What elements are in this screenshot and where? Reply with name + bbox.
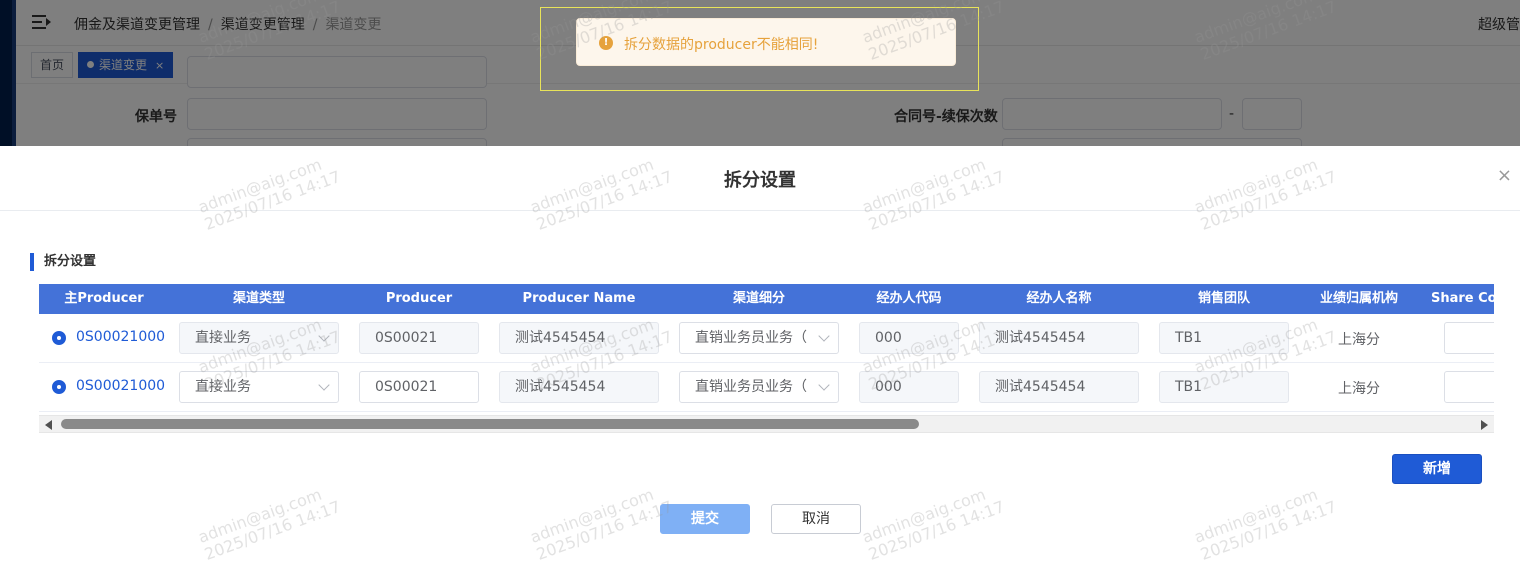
table-row: 0S00021000 直接业务 0S00021 测试4545454 直销业务员业… (39, 314, 1494, 363)
split-table: 主Producer 渠道类型 Producer Producer Name 渠道… (39, 284, 1494, 432)
warning-icon: ! (599, 36, 613, 50)
producer-value: 0S00021 (375, 379, 438, 395)
col-handler-code: 经办人代码 (876, 291, 942, 306)
main-producer-link[interactable]: 0S00021000 (76, 329, 165, 345)
channel-type-value: 直接业务 (195, 330, 251, 346)
warning-toast: ! 拆分数据的producer不能相同! (576, 18, 956, 66)
col-sales-team: 销售团队 (1197, 291, 1250, 306)
producer-input: 0S00021 (359, 322, 479, 354)
col-org: 业绩归属机构 (1319, 291, 1398, 306)
producer-name-input: 测试4545454 (499, 371, 659, 403)
main-producer-radio[interactable] (52, 331, 66, 345)
producer-input[interactable]: 0S00021 (359, 371, 479, 403)
channel-detail-value: 直销业务员业务（ (695, 330, 807, 346)
producer-name-input: 测试4545454 (499, 322, 659, 354)
dialog-header: 拆分设置 × (0, 146, 1520, 211)
table-row: 0S00021000 直接业务 0S00021 测试4545454 直销业务员业… (39, 363, 1494, 412)
col-main-producer: 主Producer (64, 291, 144, 306)
col-channel-type: 渠道类型 (232, 291, 285, 306)
sales-team-input: TB1 (1159, 322, 1289, 354)
split-settings-dialog: 拆分设置 × 拆分设置 主Producer 渠道类型 Producer Prod… (0, 146, 1520, 567)
channel-type-select: 直接业务 (179, 322, 339, 354)
scroll-left-icon[interactable] (45, 420, 52, 430)
main-producer-radio[interactable] (52, 380, 66, 394)
handler-code-value: 000 (875, 330, 902, 346)
col-producer-name: Producer Name (522, 291, 636, 306)
handler-name-input: 测试4545454 (979, 371, 1139, 403)
horizontal-scrollbar[interactable] (39, 415, 1494, 433)
handler-code-value: 000 (875, 379, 902, 395)
handler-name-input: 测试4545454 (979, 322, 1139, 354)
col-share: Share Co (1431, 291, 1494, 306)
producer-value: 0S00021 (375, 330, 438, 346)
submit-button[interactable]: 提交 (660, 504, 750, 534)
channel-detail-value: 直销业务员业务（ (695, 379, 807, 395)
scroll-right-icon[interactable] (1481, 420, 1488, 430)
add-button[interactable]: 新增 (1392, 454, 1482, 484)
col-channel-detail: 渠道细分 (732, 291, 785, 306)
close-icon[interactable]: × (1497, 166, 1512, 186)
handler-name-value: 测试4545454 (995, 379, 1086, 395)
col-handler-name: 经办人名称 (1026, 291, 1092, 306)
handler-code-input: 000 (859, 371, 959, 403)
producer-name-value: 测试4545454 (515, 330, 606, 346)
share-input[interactable] (1444, 371, 1494, 403)
chevron-down-icon (818, 379, 830, 391)
chevron-down-icon (318, 330, 330, 342)
section-title: 拆分设置 (30, 253, 96, 271)
toast-message: 拆分数据的producer不能相同! (624, 37, 819, 53)
sales-team-value: TB1 (1175, 379, 1203, 395)
table-header: 主Producer 渠道类型 Producer Producer Name 渠道… (39, 284, 1494, 314)
channel-detail-select[interactable]: 直销业务员业务（ (679, 371, 839, 403)
dialog-title: 拆分设置 (724, 170, 796, 191)
scrollbar-thumb[interactable] (61, 419, 919, 429)
sales-team-input: TB1 (1159, 371, 1289, 403)
org-value: 上海分 (1338, 332, 1380, 348)
chevron-down-icon (818, 330, 830, 342)
sales-team-value: TB1 (1175, 330, 1203, 346)
col-producer: Producer (385, 291, 453, 306)
producer-name-value: 测试4545454 (515, 379, 606, 395)
chevron-down-icon (318, 379, 330, 391)
channel-type-select[interactable]: 直接业务 (179, 371, 339, 403)
handler-code-input: 000 (859, 322, 959, 354)
share-input[interactable]: 1 (1444, 322, 1494, 354)
cancel-button[interactable]: 取消 (771, 504, 861, 534)
handler-name-value: 测试4545454 (995, 330, 1086, 346)
org-value: 上海分 (1338, 381, 1380, 397)
channel-detail-select[interactable]: 直销业务员业务（ (679, 322, 839, 354)
main-producer-link[interactable]: 0S00021000 (76, 378, 165, 394)
channel-type-value: 直接业务 (195, 379, 251, 395)
